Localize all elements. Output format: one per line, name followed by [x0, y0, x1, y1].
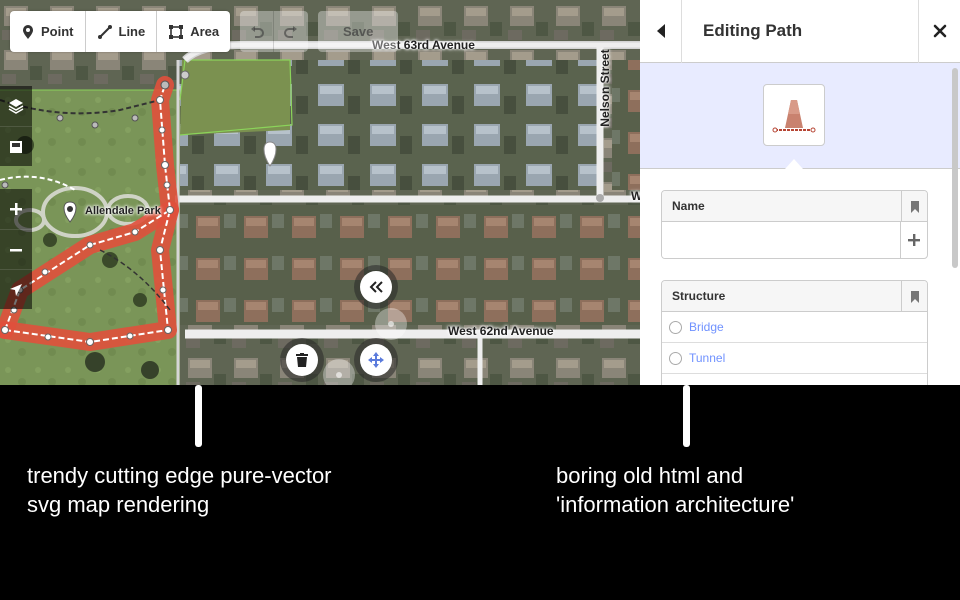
- add-line-label: Line: [118, 24, 146, 39]
- zoom-out-button[interactable]: [0, 229, 32, 269]
- minus-icon: [10, 248, 22, 251]
- left-caption: trendy cutting edge pure-vector svg map …: [27, 461, 332, 519]
- location-arrow-icon: [10, 283, 22, 296]
- mode-buttons: Point Line Area: [10, 11, 231, 52]
- zoom-in-button[interactable]: [0, 189, 32, 229]
- map-data-button[interactable]: [0, 126, 32, 166]
- undo-redo-group: [240, 11, 309, 52]
- undo-button[interactable]: [240, 11, 275, 52]
- left-caption-line-1: trendy cutting edge pure-vector: [27, 463, 332, 488]
- structure-bookmark-button[interactable]: [901, 281, 927, 312]
- street-label-edge: W: [631, 189, 640, 203]
- move-button[interactable]: [360, 344, 392, 376]
- line-icon: [97, 24, 112, 39]
- bookmark-icon: [910, 200, 919, 213]
- top-toolbar: Point Line Area Save: [10, 11, 399, 52]
- radio-circle-icon: [669, 351, 682, 365]
- right-caption-pointer: [683, 385, 690, 447]
- disconnect-button[interactable]: [323, 359, 355, 385]
- right-caption-line-1: boring old html and: [556, 463, 744, 488]
- option-label: Tunnel: [689, 351, 726, 365]
- plus-icon: [10, 203, 22, 215]
- structure-option-bridge[interactable]: Bridge: [662, 312, 927, 343]
- structure-field-label: Structure: [672, 289, 726, 303]
- split-button[interactable]: [375, 308, 407, 340]
- name-field-header: Name: [662, 191, 927, 222]
- structure-option-more[interactable]: [662, 374, 927, 385]
- geolocate-button[interactable]: [0, 269, 32, 309]
- street-label-west-62nd: West 62nd Avenue: [448, 324, 554, 338]
- bookmark-icon: [910, 290, 919, 303]
- name-field-label: Name: [672, 199, 705, 213]
- delete-button[interactable]: [286, 344, 318, 376]
- inspector-sidebar: Editing Path Name Structure Bridge Tunne…: [640, 0, 960, 385]
- name-field: Name: [661, 190, 928, 259]
- sidebar-header: Editing Path: [640, 0, 960, 63]
- redo-icon: [284, 25, 298, 38]
- back-button[interactable]: [640, 0, 682, 63]
- add-point-button[interactable]: Point: [10, 11, 86, 52]
- split-icon: [388, 321, 394, 327]
- name-input-row: [662, 222, 927, 258]
- move-icon: [368, 352, 384, 368]
- structure-field: Structure Bridge Tunnel: [661, 280, 928, 385]
- redo-button[interactable]: [274, 11, 308, 52]
- disconnect-icon: [336, 372, 342, 378]
- map-view[interactable]: West 63rd Avenue West 62nd Avenue Nelson…: [0, 0, 640, 385]
- double-chevron-left-icon: [369, 281, 383, 293]
- structure-option-tunnel[interactable]: Tunnel: [662, 343, 927, 374]
- map-data-icon: [10, 140, 22, 153]
- path-preset-icon: [772, 100, 816, 133]
- zoom-controls: [0, 189, 32, 309]
- left-caption-pointer: [195, 385, 202, 447]
- radio-circle-icon: [669, 320, 682, 334]
- background-layers-button[interactable]: [0, 86, 32, 126]
- preset-caret: [785, 159, 803, 169]
- plus-icon: [908, 234, 920, 246]
- save-button[interactable]: Save: [318, 11, 399, 52]
- sidebar-scrollbar[interactable]: [952, 68, 958, 268]
- structure-field-header: Structure: [662, 281, 927, 312]
- close-button[interactable]: [918, 0, 960, 63]
- close-icon: [933, 24, 946, 38]
- collapse-menu-button[interactable]: [360, 271, 392, 303]
- add-area-label: Area: [190, 24, 220, 39]
- layers-icon: [8, 99, 24, 114]
- trash-icon: [296, 353, 308, 367]
- layer-controls: [0, 86, 32, 166]
- option-label: Bridge: [689, 320, 724, 334]
- area-icon: [169, 24, 184, 39]
- add-localized-name-button[interactable]: [900, 222, 927, 258]
- back-arrow-icon: [656, 24, 665, 38]
- right-caption: boring old html and 'information archite…: [556, 461, 794, 519]
- stage: West 63rd Avenue West 62nd Avenue Nelson…: [0, 0, 960, 600]
- map-marker-icon: [23, 24, 33, 39]
- add-area-button[interactable]: Area: [157, 11, 230, 52]
- poi-label[interactable]: Allendale Park: [85, 205, 161, 217]
- add-line-button[interactable]: Line: [86, 11, 158, 52]
- add-point-label: Point: [41, 24, 74, 39]
- preset-header: [640, 63, 960, 169]
- name-bookmark-button[interactable]: [901, 191, 927, 222]
- preset-button[interactable]: [763, 84, 825, 146]
- undo-icon: [250, 25, 264, 38]
- right-caption-line-2: 'information architecture': [556, 492, 795, 517]
- sidebar-title: Editing Path: [703, 21, 803, 40]
- left-caption-line-2: svg map rendering: [27, 492, 210, 517]
- name-input[interactable]: [662, 222, 900, 258]
- street-label-nelson: Nelson Street: [598, 49, 612, 127]
